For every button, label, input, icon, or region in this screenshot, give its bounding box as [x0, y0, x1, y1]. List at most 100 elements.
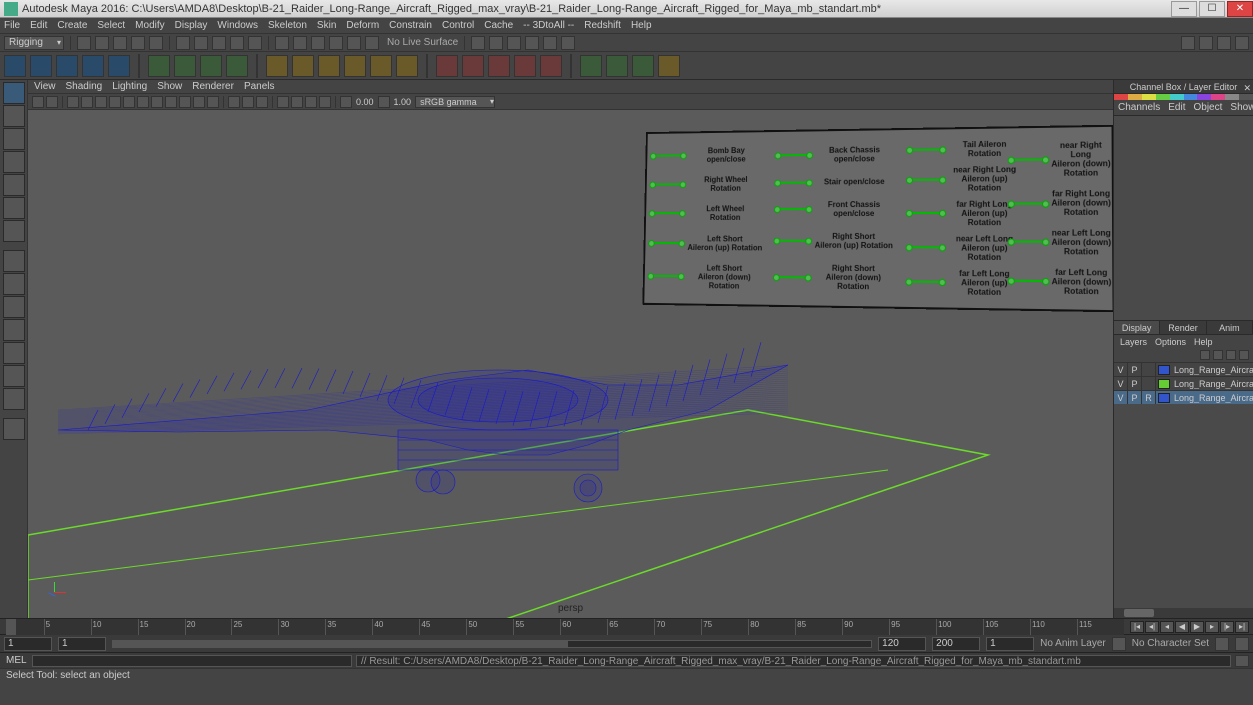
- vp-bookmark-icon[interactable]: [46, 96, 58, 108]
- rig-slider-2-3[interactable]: near Left LongAileron (up) Rotation: [909, 234, 1022, 262]
- shelf-btn-1[interactable]: [4, 55, 26, 77]
- rig-slider-0-3[interactable]: Left ShortAileron (up) Rotation: [651, 234, 763, 252]
- snap-live-icon[interactable]: [347, 36, 361, 50]
- rig-slider-0-1[interactable]: Right WheelRotation: [652, 175, 764, 193]
- rig-slider-3-2[interactable]: near Left LongAileron (down) Rotation: [1011, 228, 1111, 256]
- sel-mode-obj-icon[interactable]: [194, 36, 208, 50]
- redo-icon[interactable]: [149, 36, 163, 50]
- layer-row[interactable]: VPRLong_Range_Aircraft_B_2: [1114, 390, 1253, 404]
- layout-outliner-icon[interactable]: [3, 342, 25, 364]
- channel-list[interactable]: [1114, 116, 1253, 320]
- shelf-btn-16[interactable]: [436, 55, 458, 77]
- rig-slider-2-4[interactable]: far Left LongAileron (up) Rotation: [908, 268, 1021, 297]
- shelf-btn-4[interactable]: [82, 55, 104, 77]
- menu-display[interactable]: Display: [175, 20, 208, 31]
- layer-tab-anim[interactable]: Anim: [1207, 321, 1253, 334]
- play-fwd-icon[interactable]: ▶: [1190, 621, 1204, 633]
- rig-slider-3-3[interactable]: far Left LongAileron (down) Rotation: [1011, 267, 1112, 296]
- scale-tool-icon[interactable]: [3, 197, 25, 219]
- menu-create[interactable]: Create: [57, 20, 87, 31]
- menu-skin[interactable]: Skin: [317, 20, 336, 31]
- undo-icon[interactable]: [131, 36, 145, 50]
- layout-persp-icon[interactable]: [3, 365, 25, 387]
- layer-hscrollbar[interactable]: [1114, 608, 1253, 618]
- layer-menu-options[interactable]: Options: [1155, 337, 1186, 347]
- playback-end-field[interactable]: 120: [878, 637, 926, 651]
- vp-iso-4-icon[interactable]: [319, 96, 331, 108]
- history-toggle-icon[interactable]: [471, 36, 485, 50]
- vp-shade-3-icon[interactable]: [95, 96, 107, 108]
- rig-slider-2-1[interactable]: near Right LongAileron (up) Rotation: [909, 165, 1021, 193]
- vp-menu-panels[interactable]: Panels: [244, 81, 275, 92]
- rig-slider-0-4[interactable]: Left ShortAileron (down) Rotation: [650, 263, 763, 291]
- magnet-icon[interactable]: [365, 36, 379, 50]
- shelf-btn-5[interactable]: [108, 55, 130, 77]
- menu-redshift[interactable]: Redshift: [584, 20, 621, 31]
- layer-new-icon[interactable]: [1200, 350, 1210, 360]
- layout-more-icon[interactable]: [3, 418, 25, 440]
- current-frame-field[interactable]: 1: [986, 637, 1034, 651]
- shelf-btn-17[interactable]: [462, 55, 484, 77]
- vp-menu-show[interactable]: Show: [157, 81, 182, 92]
- workspace-combo[interactable]: Rigging▾: [4, 36, 64, 50]
- sel-mode-comp-icon[interactable]: [212, 36, 226, 50]
- shelf-btn-3[interactable]: [56, 55, 78, 77]
- panel-close-icon[interactable]: ✕: [1243, 81, 1251, 95]
- anim-layer-icon[interactable]: [1112, 637, 1126, 651]
- menu-file[interactable]: File: [4, 20, 20, 31]
- render-settings-icon[interactable]: [525, 36, 539, 50]
- channel-tab-channels[interactable]: Channels: [1118, 102, 1160, 113]
- step-back-key-icon[interactable]: ◂|: [1145, 621, 1159, 633]
- layer-row[interactable]: VPLong_Range_Aircraft_B: [1114, 376, 1253, 390]
- ipr-icon[interactable]: [507, 36, 521, 50]
- channel-tab-edit[interactable]: Edit: [1168, 102, 1185, 113]
- rig-slider-1-4[interactable]: Right ShortAileron (down) Rotation: [776, 263, 894, 291]
- character-set-combo[interactable]: No Character Set: [1132, 638, 1209, 649]
- step-back-icon[interactable]: ◂: [1160, 621, 1174, 633]
- vp-colorspace-combo[interactable]: sRGB gamma▾: [415, 96, 495, 108]
- menu-constrain[interactable]: Constrain: [389, 20, 432, 31]
- vp-menu-lighting[interactable]: Lighting: [112, 81, 147, 92]
- menu-windows[interactable]: Windows: [217, 20, 258, 31]
- play-back-icon[interactable]: ◀: [1175, 621, 1189, 633]
- rig-slider-1-3[interactable]: Right ShortAileron (up) Rotation: [776, 232, 893, 250]
- file-save-icon[interactable]: [113, 36, 127, 50]
- panel-layout-3-icon[interactable]: [1217, 36, 1231, 50]
- sel-mask-2-icon[interactable]: [248, 36, 262, 50]
- rig-slider-0-0[interactable]: Bomb Bayopen/close: [653, 146, 765, 165]
- range-start-field[interactable]: 1: [4, 637, 52, 651]
- vp-menu-shading[interactable]: Shading: [66, 81, 103, 92]
- shelf-btn-8[interactable]: [200, 55, 222, 77]
- window-maximize-button[interactable]: ☐: [1199, 1, 1225, 17]
- shelf-btn-9[interactable]: [226, 55, 248, 77]
- paint-select-tool-icon[interactable]: [3, 128, 25, 150]
- vp-cam-icon[interactable]: [32, 96, 44, 108]
- range-end-field[interactable]: 200: [932, 637, 980, 651]
- menu-deform[interactable]: Deform: [346, 20, 379, 31]
- layout-two-h-icon[interactable]: [3, 296, 25, 318]
- layout-two-v-icon[interactable]: [3, 319, 25, 341]
- shelf-btn-12[interactable]: [318, 55, 340, 77]
- rig-slider-3-1[interactable]: far Right LongAileron (down) Rotation: [1011, 189, 1111, 217]
- vp-shade-5-icon[interactable]: [123, 96, 135, 108]
- menu--3dtoall-[interactable]: -- 3DtoAll --: [523, 20, 574, 31]
- layer-down-icon[interactable]: [1226, 350, 1236, 360]
- vp-shade-1-icon[interactable]: [67, 96, 79, 108]
- go-end-icon[interactable]: ▸|: [1235, 621, 1249, 633]
- vp-menu-renderer[interactable]: Renderer: [192, 81, 234, 92]
- prefs-icon[interactable]: [1235, 637, 1249, 651]
- rig-slider-1-1[interactable]: Stair open/close: [777, 177, 894, 187]
- command-input[interactable]: [32, 655, 352, 667]
- channel-tab-show[interactable]: Show: [1230, 102, 1253, 113]
- menu-select[interactable]: Select: [97, 20, 125, 31]
- menu-control[interactable]: Control: [442, 20, 474, 31]
- vp-shade-2-icon[interactable]: [81, 96, 93, 108]
- shelf-btn-11[interactable]: [292, 55, 314, 77]
- vp-iso-2-icon[interactable]: [291, 96, 303, 108]
- layout-graph-icon[interactable]: [3, 388, 25, 410]
- layer-tab-display[interactable]: Display: [1114, 321, 1160, 334]
- snap-plane-icon[interactable]: [329, 36, 343, 50]
- lasso-tool-icon[interactable]: [3, 105, 25, 127]
- layer-menu-help[interactable]: Help: [1194, 337, 1213, 347]
- rlayer-icon[interactable]: [561, 36, 575, 50]
